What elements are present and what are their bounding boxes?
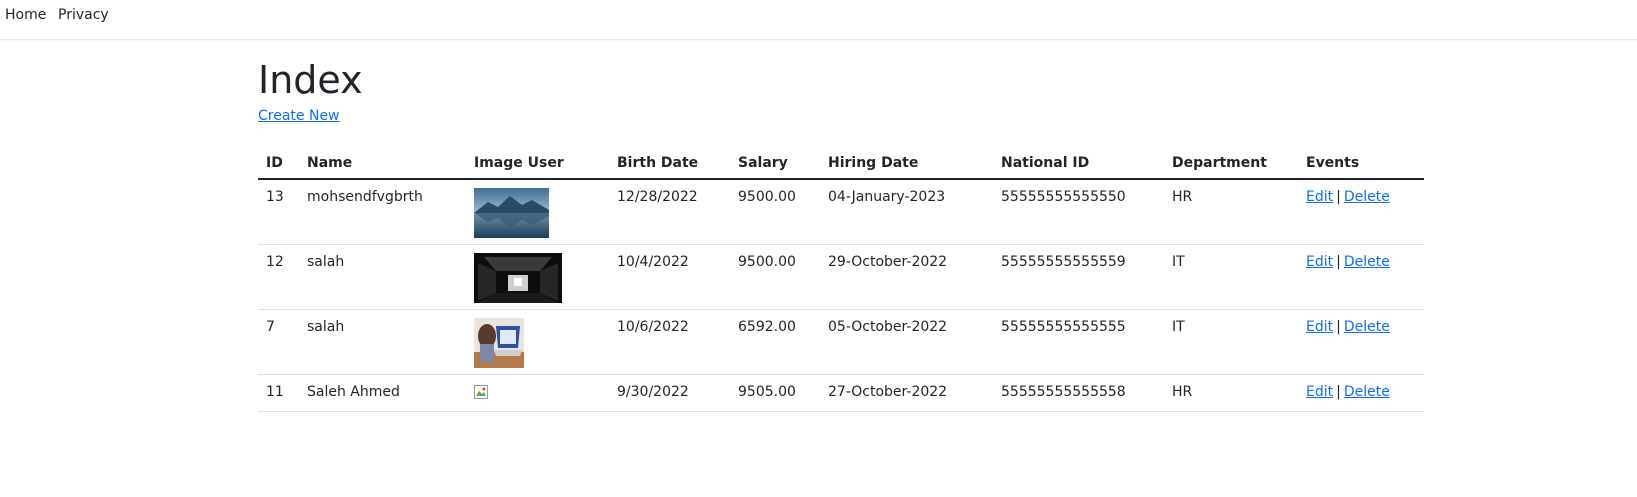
cell-name: Saleh Ahmed [299, 374, 466, 412]
edit-link[interactable]: Edit [1306, 319, 1333, 335]
cell-image [466, 309, 609, 375]
cell-department: HR [1164, 374, 1298, 412]
cell-national-id: 55555555555559 [993, 244, 1164, 310]
cell-hiring-date: 27-October-2022 [820, 374, 993, 412]
cell-image [466, 244, 609, 310]
header-department: Department [1164, 147, 1298, 180]
create-new-link[interactable]: Create New [258, 108, 340, 124]
employees-table: ID Name Image User Birth Date Salary Hir… [258, 147, 1424, 412]
cell-national-id: 55555555555555 [993, 309, 1164, 375]
cell-department: HR [1164, 179, 1298, 245]
user-photo-mountain-lake [474, 188, 549, 238]
cell-events: Edit | Delete [1298, 374, 1424, 412]
cell-id: 7 [258, 309, 299, 375]
header-name: Name [299, 147, 466, 180]
link-separator: | [1336, 253, 1341, 270]
table-header-row: ID Name Image User Birth Date Salary Hir… [258, 147, 1424, 180]
user-photo-dark-room [474, 252, 562, 303]
edit-link[interactable]: Edit [1306, 189, 1333, 205]
cell-hiring-date: 05-October-2022 [820, 309, 993, 375]
cell-name: mohsendfvgbrth [299, 179, 466, 245]
link-separator: | [1336, 383, 1341, 400]
delete-link[interactable]: Delete [1344, 254, 1390, 270]
nav-home-link[interactable]: Home [5, 7, 46, 23]
table-row: 13 mohsendfvgbrth 12/28/2022 9500.00 04-… [258, 179, 1424, 245]
cell-birth-date: 10/4/2022 [609, 244, 730, 310]
cell-name: salah [299, 309, 466, 375]
cell-hiring-date: 29-October-2022 [820, 244, 993, 310]
cell-image [466, 179, 609, 245]
cell-image [466, 374, 609, 412]
cell-salary: 9500.00 [730, 179, 820, 245]
edit-link[interactable]: Edit [1306, 254, 1333, 270]
table-row: 11 Saleh Ahmed 9/30/2022 9505.00 27-Octo… [258, 374, 1424, 412]
top-navbar: Home Privacy [0, 0, 1637, 40]
nav-privacy-link[interactable]: Privacy [58, 7, 109, 23]
cell-department: IT [1164, 244, 1298, 310]
header-id: ID [258, 147, 299, 180]
cell-events: Edit | Delete [1298, 309, 1424, 375]
delete-link[interactable]: Delete [1344, 384, 1390, 400]
header-hiring-date: Hiring Date [820, 147, 993, 180]
cell-salary: 9505.00 [730, 374, 820, 412]
cell-id: 13 [258, 179, 299, 245]
cell-name: salah [299, 244, 466, 310]
header-events: Events [1298, 147, 1424, 180]
table-row: 12 salah 10/4/2022 9500.00 29-October-20… [258, 244, 1424, 310]
header-national-id: National ID [993, 147, 1164, 180]
link-separator: | [1336, 318, 1341, 335]
cell-id: 11 [258, 374, 299, 412]
cell-salary: 6592.00 [730, 309, 820, 375]
edit-link[interactable]: Edit [1306, 384, 1333, 400]
delete-link[interactable]: Delete [1344, 319, 1390, 335]
broken-image-icon [474, 384, 488, 399]
header-image-user: Image User [466, 147, 609, 180]
cell-birth-date: 9/30/2022 [609, 374, 730, 412]
header-birth-date: Birth Date [609, 147, 730, 180]
cell-national-id: 55555555555558 [993, 374, 1164, 412]
cell-hiring-date: 04-January-2023 [820, 179, 993, 245]
cell-events: Edit | Delete [1298, 244, 1424, 310]
table-row: 7 salah 10/6/2022 6592.00 05-October-202… [258, 309, 1424, 375]
cell-department: IT [1164, 309, 1298, 375]
cell-events: Edit | Delete [1298, 179, 1424, 245]
cell-id: 12 [258, 244, 299, 310]
page-title: Index [258, 58, 363, 102]
delete-link[interactable]: Delete [1344, 189, 1390, 205]
cell-national-id: 55555555555550 [993, 179, 1164, 245]
header-salary: Salary [730, 147, 820, 180]
cell-birth-date: 10/6/2022 [609, 309, 730, 375]
link-separator: | [1336, 189, 1341, 205]
user-photo-person-laptop [474, 317, 524, 368]
cell-salary: 9500.00 [730, 244, 820, 310]
cell-birth-date: 12/28/2022 [609, 179, 730, 245]
